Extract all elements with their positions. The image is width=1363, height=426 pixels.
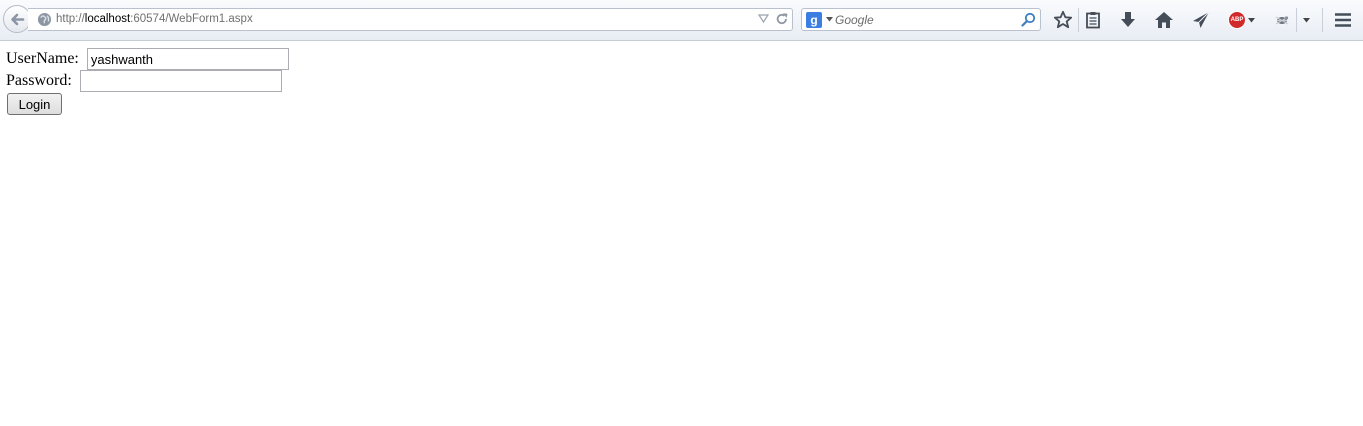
url-host: localhost bbox=[84, 13, 131, 25]
overflow-dropdown-icon[interactable] bbox=[1303, 18, 1310, 23]
login-button[interactable]: Login bbox=[7, 93, 62, 115]
reload-icon[interactable] bbox=[775, 12, 789, 26]
adblock-icon[interactable]: ABP bbox=[1228, 11, 1246, 29]
clipboard-icon[interactable] bbox=[1083, 10, 1103, 30]
back-button[interactable] bbox=[3, 5, 31, 33]
back-arrow-icon bbox=[11, 13, 25, 26]
star-icon[interactable] bbox=[1053, 10, 1073, 30]
globe-icon bbox=[37, 12, 52, 27]
toolbar-separator bbox=[1078, 8, 1079, 32]
login-form: UserName: Password: Login bbox=[6, 48, 289, 115]
password-input[interactable] bbox=[79, 70, 282, 92]
adblock-dropdown-icon[interactable] bbox=[1248, 18, 1255, 23]
username-input[interactable] bbox=[86, 48, 289, 70]
password-row: Password: bbox=[6, 70, 289, 92]
url-text[interactable]: http://localhost:60574/WebForm1.aspx bbox=[56, 13, 253, 25]
extension-bug-icon[interactable] bbox=[1272, 10, 1292, 30]
paper-plane-icon[interactable] bbox=[1191, 10, 1211, 30]
engine-dropdown-icon[interactable] bbox=[826, 17, 833, 22]
search-bar[interactable]: g bbox=[801, 8, 1041, 31]
search-input[interactable] bbox=[835, 10, 1015, 29]
password-label: Password: bbox=[6, 72, 76, 89]
google-engine-icon[interactable]: g bbox=[806, 12, 822, 28]
browser-toolbar: http://localhost:60574/WebForm1.aspx g G… bbox=[0, 0, 1363, 41]
download-arrow-icon[interactable] bbox=[1118, 10, 1138, 30]
url-path: :60574/WebForm1.aspx bbox=[130, 13, 253, 25]
url-prefix: http:// bbox=[56, 13, 85, 25]
username-label: UserName: bbox=[6, 50, 83, 67]
history-dropdown-icon[interactable] bbox=[758, 13, 769, 24]
login-row: Login bbox=[6, 92, 289, 115]
home-icon[interactable] bbox=[1154, 10, 1174, 30]
hamburger-menu-icon[interactable] bbox=[1333, 10, 1353, 30]
address-bar[interactable]: http://localhost:60574/WebForm1.aspx bbox=[28, 8, 793, 31]
toolbar-separator bbox=[1296, 8, 1297, 32]
magnifier-icon[interactable] bbox=[1021, 12, 1036, 27]
username-row: UserName: bbox=[6, 48, 289, 70]
toolbar-separator bbox=[1322, 8, 1323, 32]
